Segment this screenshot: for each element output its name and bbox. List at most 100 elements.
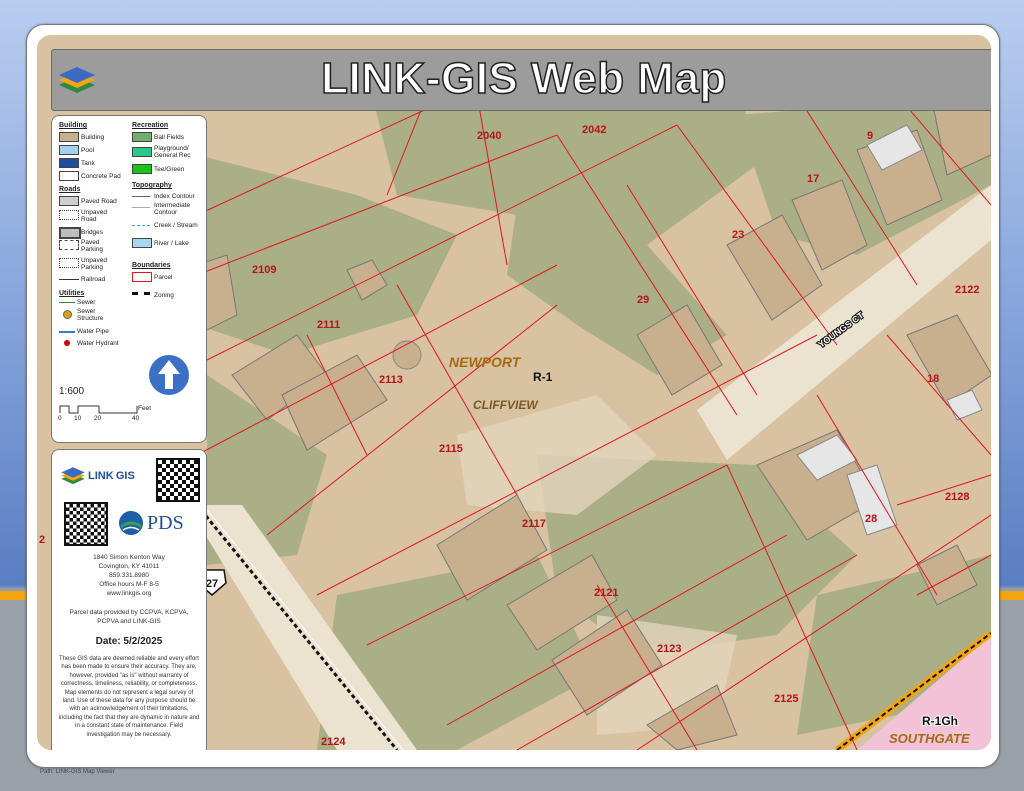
page-title: LINK-GIS Web Map (320, 53, 727, 104)
legend-item-intermediate-contour: Intermediate Contour (154, 202, 191, 216)
parcel-29[interactable]: 29 (637, 294, 649, 306)
parcel-2113[interactable]: 2113 (379, 374, 403, 386)
legend-item-paved-parking: Paved Parking (81, 239, 104, 253)
parcel-2125[interactable]: 2125 (774, 693, 798, 705)
parcel-2111[interactable]: 2111 (317, 319, 340, 331)
accent-band-right (998, 591, 1024, 600)
parcel-2040[interactable]: 2040 (477, 130, 501, 142)
legend-swatch-bridges (59, 227, 81, 239)
credit-line-1: Parcel data provided by CCPVA, KCPVA, (69, 609, 189, 616)
title-bar: LINK-GIS Web Map (51, 49, 991, 111)
accent-band-left (0, 591, 26, 600)
parcel-2109[interactable]: 2109 (252, 264, 276, 276)
legend-swatch-zoning (132, 292, 150, 295)
parcel-2115[interactable]: 2115 (439, 443, 463, 455)
pds-logo-text: PDS (147, 512, 184, 534)
zoning-label-r1gh: R-1Gh (922, 714, 958, 728)
address-line-2: Covington, KY 41011 (98, 563, 160, 570)
city-label-southgate: SOUTHGATE (889, 731, 970, 746)
legend-swatch-playground (132, 147, 152, 157)
legend-swatch-index-contour (132, 196, 150, 197)
legend-panel: Building Building Pool Tank Concrete Pad… (51, 115, 207, 443)
legend-heading-recreation: Recreation (132, 122, 169, 129)
legend-item-concrete-pad: Concrete Pad (81, 173, 121, 180)
legend-item-ball-fields: Ball Fields (154, 134, 184, 141)
legend-swatch-water-hydrant-icon (64, 340, 70, 346)
legend-item-index-contour: Index Contour (154, 193, 195, 200)
scale-tick-20: 20 (94, 415, 102, 422)
legend-item-tee-green: Tee/Green (154, 166, 185, 173)
subdivision-label: CLIFFVIEW (473, 398, 539, 412)
scale-tick-0: 0 (58, 415, 62, 422)
legend-swatch-paved-road (59, 196, 79, 206)
parcel-2[interactable]: 2 (39, 534, 45, 546)
parcel-2117[interactable]: 2117 (522, 518, 546, 530)
parcel-23[interactable]: 23 (732, 229, 744, 241)
legend-swatch-intermediate-contour (132, 207, 150, 208)
legend-item-unpaved-parking: Unpaved Parking (81, 257, 108, 271)
disclaimer-text: These GIS data are deemed reliable and e… (58, 656, 200, 738)
legend-swatch-building (59, 132, 79, 142)
address-line-1: 1840 Simon Kenton Way (93, 554, 165, 561)
legend-swatch-paved-parking (59, 240, 79, 250)
qr-code-icon[interactable] (156, 458, 200, 502)
office-hours: Office hours M-F 8-5 (99, 581, 159, 588)
legend-item-building: Building (81, 134, 105, 141)
qr-code-icon-2[interactable] (64, 502, 108, 546)
legend-item-creek-stream: Creek / Stream (154, 222, 198, 229)
parcel-2123[interactable]: 2123 (657, 643, 681, 655)
scale-unit: Feet (138, 405, 152, 412)
legend-heading-utilities: Utilities (59, 290, 85, 297)
legend-item-paved-road: Paved Road (81, 198, 117, 205)
legend-heading-boundaries: Boundaries (132, 262, 171, 269)
phone-number: 859.331.8980 (109, 572, 149, 579)
legend-swatch-parcel (132, 272, 152, 282)
map-frame: 2040 2042 9 17 7 23 2109 29 2122 2111 21… (26, 24, 1000, 768)
legend-swatch-ball-fields (132, 132, 152, 142)
legend-item-sewer-structure: Sewer Structure (77, 308, 104, 322)
legend-item-bridges: Bridges (81, 229, 104, 236)
website-link[interactable]: www.linkgis.org (52, 590, 206, 597)
linkgis-logo-text: LINK GIS (88, 470, 135, 482)
footer-path: Path: LINK-GIS Map Viewer (40, 769, 115, 775)
legend-swatch-railroad (59, 279, 79, 280)
legend-heading-roads: Roads (59, 186, 81, 193)
parcel-28[interactable]: 28 (865, 513, 877, 525)
legend-item-zoning: Zoning (154, 292, 174, 299)
legend-swatch-concrete-pad (59, 171, 79, 181)
parcel-2128[interactable]: 2128 (945, 491, 969, 503)
scale-tick-10: 10 (74, 415, 82, 422)
info-panel: LINK GIS PDS 1840 Simon Kenton Way Covin… (51, 449, 207, 750)
parcel-17[interactable]: 17 (807, 173, 819, 185)
parcel-2122[interactable]: 2122 (955, 284, 979, 296)
legend-item-sewer: Sewer (77, 299, 96, 306)
route-shield-label: 27 (206, 578, 218, 590)
map-canvas[interactable]: 2040 2042 9 17 7 23 2109 29 2122 2111 21… (37, 35, 991, 750)
scale-ratio: 1:600 (59, 386, 85, 397)
legend-swatch-pool (59, 145, 79, 155)
legend-item-playground: Playground/ General Rec (154, 145, 191, 159)
legend-item-unpaved-road: Unpaved Road (81, 209, 108, 223)
legend-swatch-unpaved-parking (59, 258, 79, 268)
parcel-2042[interactable]: 2042 (582, 124, 606, 136)
map-date: Date: 5/2/2025 (95, 636, 163, 647)
legend-item-tank: Tank (81, 160, 95, 167)
parcel-18[interactable]: 18 (927, 373, 939, 385)
scale-tick-40: 40 (132, 415, 140, 422)
legend-heading-topography: Topography (132, 182, 172, 189)
legend-heading-building: Building (59, 122, 87, 129)
legend-swatch-creek-stream (132, 225, 150, 226)
legend-item-pool: Pool (81, 147, 95, 154)
city-label-newport: NEWPORT (449, 354, 522, 370)
legend-item-water-hydrant: Water Hydrant (77, 340, 119, 347)
parcel-9[interactable]: 9 (867, 130, 873, 142)
parcel-2124[interactable]: 2124 (321, 736, 346, 748)
parcel-2121[interactable]: 2121 (594, 587, 618, 599)
legend-item-water-pipe: Water Pipe (77, 328, 109, 335)
legend-swatch-sewer-structure-icon (63, 310, 72, 319)
legend-swatch-tank (59, 158, 79, 168)
legend-item-railroad: Railroad (81, 276, 106, 283)
legend-item-parcel: Parcel (154, 274, 173, 281)
legend-swatch-water-pipe (59, 331, 75, 333)
legend-swatch-sewer (59, 302, 75, 303)
